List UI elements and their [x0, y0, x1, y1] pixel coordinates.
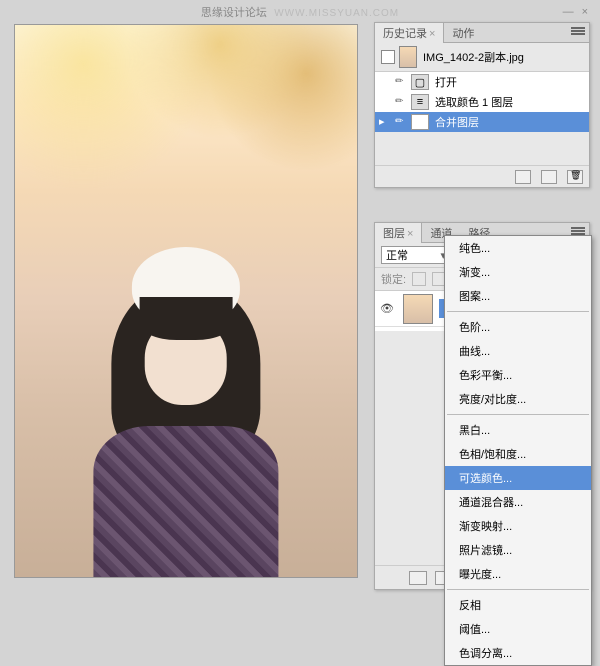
image-figure	[58, 218, 315, 577]
figure-scarf	[94, 426, 279, 577]
menu-separator	[447, 589, 589, 590]
menu-item[interactable]: 曲线...	[445, 339, 591, 363]
history-item[interactable]: ≡ 选取颜色 1 图层	[375, 92, 589, 112]
panel-menu-icon[interactable]	[571, 27, 585, 37]
visibility-icon[interactable]: 👁	[377, 302, 397, 315]
history-brush-icon	[395, 75, 409, 89]
watermark: 思缘设计论坛 WWW.MISSYUAN.COM	[201, 4, 399, 20]
history-flag[interactable]	[379, 95, 393, 109]
watermark-text: 思缘设计论坛	[201, 7, 267, 19]
menu-item[interactable]: 纯色...	[445, 236, 591, 260]
close-button[interactable]: ×	[582, 6, 588, 18]
document-image	[15, 25, 357, 577]
history-flag[interactable]: ▸	[379, 115, 393, 129]
lock-transparency-icon[interactable]	[412, 272, 426, 286]
history-tabs: 历史记录× 动作	[375, 23, 589, 43]
menu-item[interactable]: 色调分离...	[445, 641, 591, 665]
adjustment-context-menu: 纯色...渐变...图案... 色阶...曲线...色彩平衡...亮度/对比度..…	[444, 235, 592, 666]
history-step-label: 打开	[435, 74, 457, 90]
menu-item[interactable]: 渐变映射...	[445, 514, 591, 538]
menu-item[interactable]: 反相	[445, 593, 591, 617]
window-controls: — ×	[563, 6, 588, 18]
delete-button[interactable]	[567, 170, 583, 184]
menu-item[interactable]: 渐变...	[445, 260, 591, 284]
history-file-row[interactable]: IMG_1402-2副本.jpg	[375, 43, 589, 72]
figure-bangs	[140, 297, 232, 340]
tab-layers[interactable]: 图层×	[375, 223, 422, 243]
filename-label: IMG_1402-2副本.jpg	[423, 49, 524, 65]
lock-label: 锁定:	[381, 271, 406, 287]
menu-item[interactable]: 亮度/对比度...	[445, 387, 591, 411]
layer-thumbnail[interactable]	[403, 294, 433, 324]
blend-mode-select[interactable]: 正常	[381, 246, 451, 264]
watermark-url: WWW.MISSYUAN.COM	[274, 8, 399, 19]
document-icon	[381, 50, 395, 64]
image-foliage	[15, 25, 357, 218]
history-step-label: 合并图层	[435, 114, 479, 130]
history-brush-icon	[395, 115, 409, 129]
history-brush-icon	[395, 95, 409, 109]
menu-item[interactable]: 通道混合器...	[445, 490, 591, 514]
minimize-button[interactable]: —	[563, 6, 574, 18]
file-thumbnail	[399, 46, 417, 68]
tab-history[interactable]: 历史记录×	[375, 23, 444, 43]
menu-item[interactable]: 色彩平衡...	[445, 363, 591, 387]
history-item[interactable]: ▢ 打开	[375, 72, 589, 92]
history-step-icon: ≡	[411, 94, 429, 110]
menu-item[interactable]: 色相/饱和度...	[445, 442, 591, 466]
new-snapshot-button[interactable]	[515, 170, 531, 184]
tab-close-icon[interactable]: ×	[407, 228, 413, 240]
history-step-icon: ▢	[411, 74, 429, 90]
menu-separator	[447, 311, 589, 312]
history-step-icon: ≡	[411, 114, 429, 130]
menu-separator	[447, 414, 589, 415]
link-layers-button[interactable]	[409, 571, 427, 585]
history-step-label: 选取颜色 1 图层	[435, 94, 513, 110]
menu-item[interactable]: 照片滤镜...	[445, 538, 591, 562]
history-panel: 历史记录× 动作 IMG_1402-2副本.jpg ▢ 打开 ≡ 选取颜色 1 …	[374, 22, 590, 188]
menu-item[interactable]: 色阶...	[445, 315, 591, 339]
history-footer	[375, 165, 589, 187]
history-item-selected[interactable]: ▸ ≡ 合并图层	[375, 112, 589, 132]
menu-item[interactable]: 阈值...	[445, 617, 591, 641]
menu-item[interactable]: 曝光度...	[445, 562, 591, 586]
document-canvas[interactable]	[14, 24, 358, 578]
new-state-button[interactable]	[541, 170, 557, 184]
menu-item[interactable]: 可选颜色...	[445, 466, 591, 490]
history-flag[interactable]	[379, 75, 393, 89]
menu-item[interactable]: 图案...	[445, 284, 591, 308]
menu-item[interactable]: 黑白...	[445, 418, 591, 442]
history-list: ▢ 打开 ≡ 选取颜色 1 图层 ▸ ≡ 合并图层	[375, 72, 589, 132]
tab-close-icon[interactable]: ×	[429, 28, 435, 40]
tab-actions[interactable]: 动作	[444, 23, 482, 43]
